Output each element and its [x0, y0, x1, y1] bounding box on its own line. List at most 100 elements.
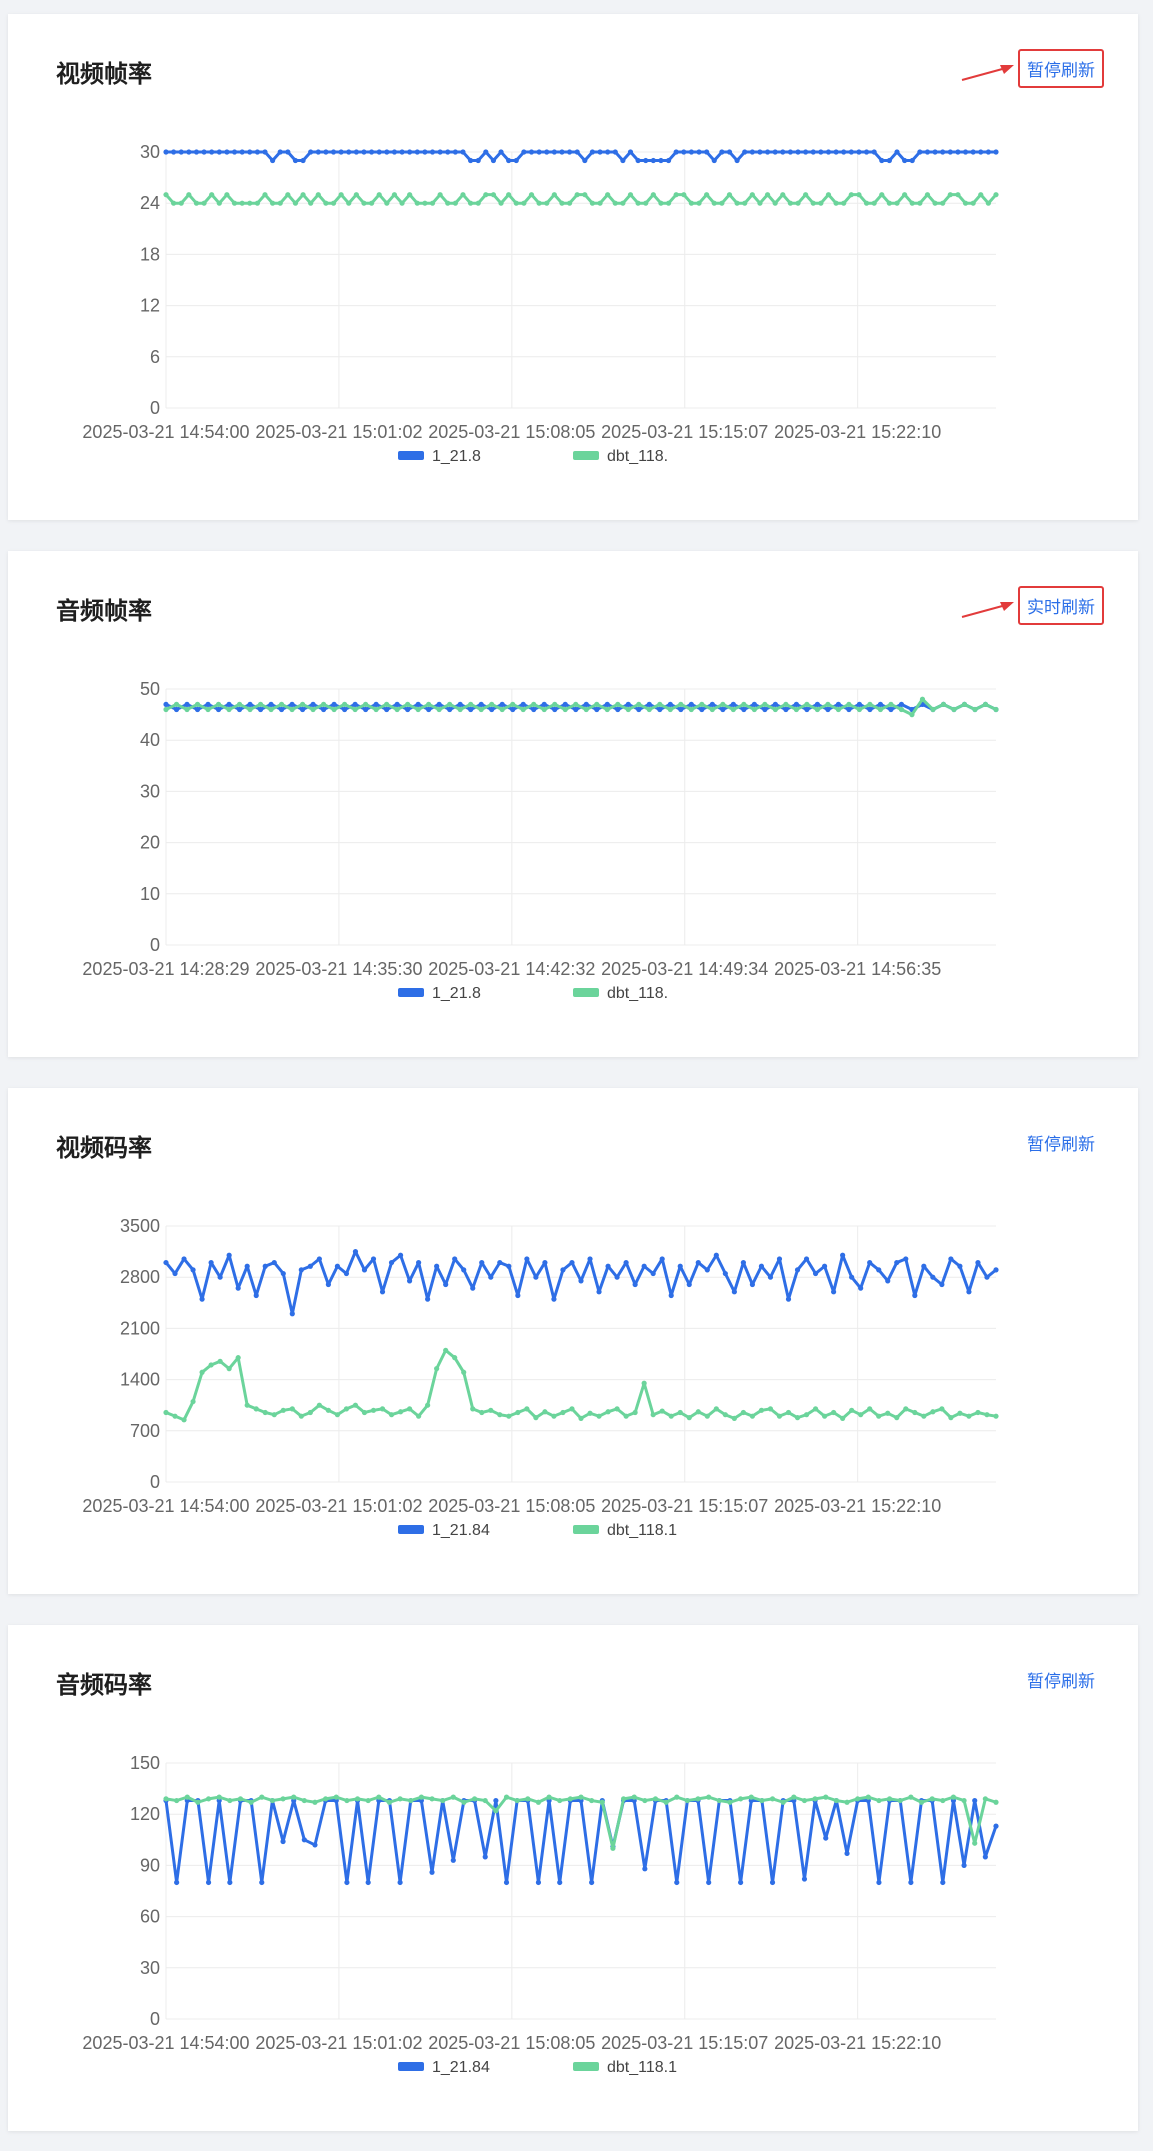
- data-point: [426, 706, 432, 713]
- data-point: [323, 200, 329, 206]
- data-point: [566, 200, 573, 206]
- data-point: [615, 706, 621, 713]
- data-point: [825, 701, 831, 707]
- data-point: [470, 1285, 476, 1291]
- data-point: [912, 1409, 918, 1416]
- data-point: [919, 696, 926, 702]
- legend-swatch: [573, 988, 599, 997]
- data-point: [173, 701, 180, 707]
- data-point: [716, 1797, 722, 1804]
- y-tick-label: 18: [140, 244, 160, 264]
- data-point: [681, 149, 687, 155]
- data-point: [171, 149, 177, 155]
- data-point: [867, 1406, 873, 1412]
- data-point: [658, 157, 664, 164]
- data-point: [589, 1879, 595, 1886]
- video-bitrate-chart: 0 700 1400 2100 2800 3500 2025-03-21 14:54:00 2…: [82, 1216, 999, 1539]
- data-point: [499, 706, 505, 713]
- data-point: [388, 1259, 395, 1266]
- data-point: [407, 192, 413, 198]
- y-tick-label: 3500: [120, 1216, 160, 1236]
- data-point: [533, 1274, 539, 1280]
- data-point: [447, 706, 453, 713]
- y-tick-label: 0: [150, 1472, 160, 1492]
- data-point: [493, 1808, 499, 1814]
- data-point: [711, 200, 717, 206]
- data-point: [978, 149, 984, 155]
- legend-swatch: [573, 1525, 599, 1534]
- data-point: [353, 192, 359, 198]
- data-point: [970, 200, 976, 206]
- data-point: [418, 1794, 424, 1800]
- x-tick-label: 2025-03-21 14:54:00: [82, 1496, 249, 1516]
- data-point: [734, 200, 740, 206]
- data-point: [308, 200, 314, 206]
- data-point: [559, 200, 565, 206]
- data-point: [793, 701, 799, 707]
- data-point: [751, 701, 757, 707]
- data-point: [835, 706, 842, 713]
- legend-swatch: [573, 2062, 599, 2071]
- data-point: [917, 200, 923, 206]
- legend-swatch: [398, 2062, 424, 2071]
- data-point: [888, 706, 894, 713]
- data-point: [993, 1413, 999, 1419]
- data-point: [823, 1794, 829, 1800]
- data-point: [762, 706, 768, 713]
- data-point: [467, 157, 474, 164]
- data-point: [429, 200, 436, 206]
- x-tick-label: 2025-03-21 15:15:07: [601, 422, 768, 442]
- data-point: [846, 701, 852, 707]
- data-point: [615, 701, 621, 707]
- data-point: [224, 192, 230, 198]
- data-point: [785, 1409, 792, 1416]
- x-tick-label: 2025-03-21 15:22:10: [774, 2033, 941, 2053]
- data-point: [970, 149, 976, 155]
- data-point: [742, 149, 748, 155]
- data-point: [623, 1413, 629, 1419]
- data-point: [982, 1796, 988, 1802]
- data-point: [227, 1879, 233, 1886]
- data-point: [658, 200, 664, 206]
- data-point: [342, 701, 348, 707]
- data-point: [758, 1407, 765, 1413]
- data-point: [468, 706, 474, 713]
- data-point: [801, 1797, 808, 1804]
- data-point: [650, 1412, 656, 1418]
- data-point: [625, 706, 631, 713]
- data-point: [951, 706, 957, 713]
- data-point: [262, 1263, 268, 1269]
- data-point: [346, 149, 352, 155]
- data-point: [436, 701, 442, 707]
- chart-card-video-bitrate: 视频码率 暂停刷新 0 700 1400 2100 2800 3500 2025-03-21…: [8, 1088, 1138, 1594]
- data-point: [299, 701, 306, 707]
- data-point: [814, 706, 820, 713]
- data-point: [520, 706, 526, 713]
- data-point: [650, 192, 656, 198]
- data-point: [271, 1259, 277, 1266]
- data-point: [993, 1799, 999, 1805]
- data-point: [497, 1259, 503, 1266]
- data-point: [194, 706, 201, 713]
- data-point: [452, 1256, 458, 1262]
- data-point: [726, 149, 733, 155]
- data-point: [443, 1347, 449, 1353]
- data-point: [479, 1259, 485, 1266]
- y-tick-label: 1400: [120, 1370, 160, 1390]
- data-point: [844, 1850, 850, 1857]
- data-point: [257, 706, 264, 713]
- data-point: [961, 1797, 967, 1804]
- data-point: [642, 1797, 648, 1804]
- data-point: [620, 200, 626, 206]
- data-point: [955, 192, 961, 198]
- data-point: [894, 200, 900, 206]
- data-point: [262, 192, 268, 198]
- data-point: [975, 1259, 981, 1266]
- data-point: [818, 200, 824, 206]
- data-point: [316, 1256, 322, 1262]
- data-point: [704, 1267, 710, 1273]
- data-point: [506, 1263, 512, 1269]
- data-point: [386, 1799, 393, 1805]
- data-point: [520, 701, 526, 707]
- data-point: [699, 706, 705, 713]
